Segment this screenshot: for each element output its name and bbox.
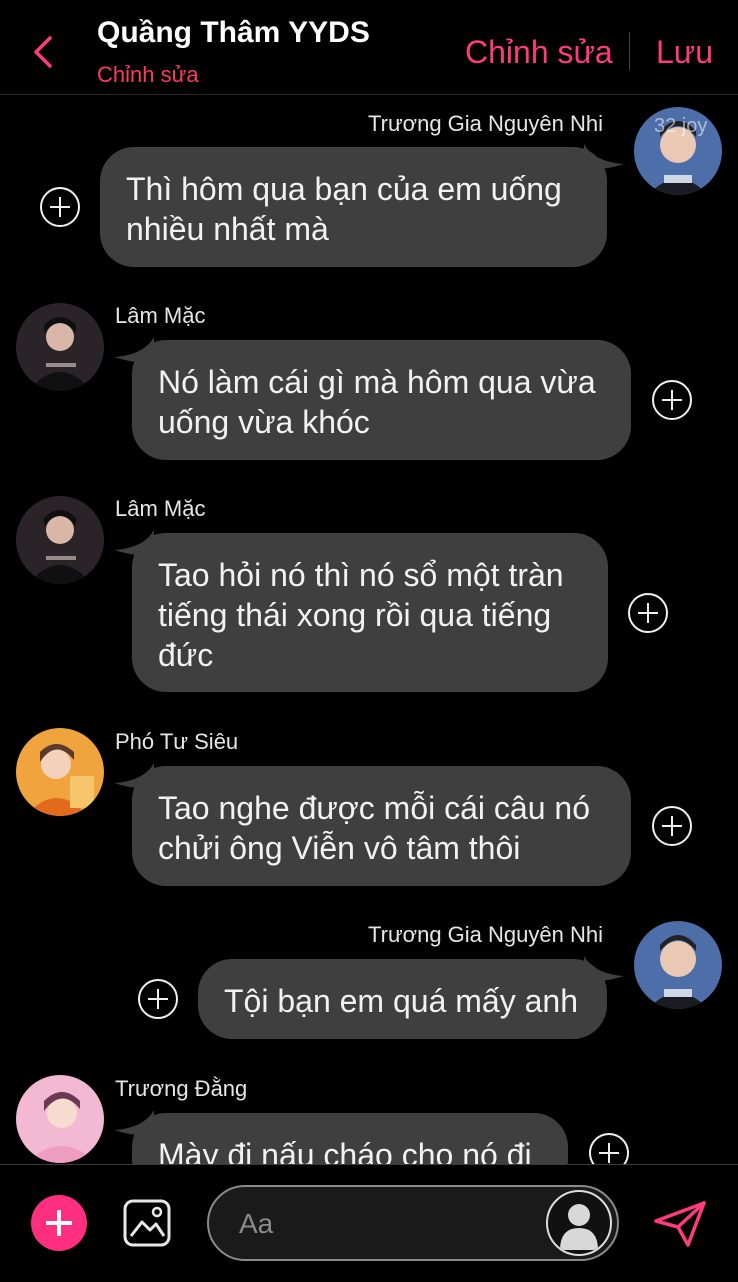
sender-name: Trương Gia Nguyên Nhi [368,111,603,136]
sender-name: Trương Gia Nguyên Nhi [368,922,603,947]
profile-button[interactable] [546,1190,612,1256]
message-line: nhiều nhất mà [126,211,329,247]
avatar[interactable]: 32 joy [634,107,722,195]
composer-bar [0,1164,738,1282]
send-icon[interactable] [652,1199,708,1249]
message-line: Tao nghe được mỗi cái câu nó [158,790,590,826]
chevron-left-icon[interactable] [30,34,58,70]
add-button[interactable] [31,1195,87,1251]
add-reaction-button[interactable] [628,593,668,633]
message-bubble[interactable]: Mày đi nấu cháo cho nó đi [132,1113,568,1164]
message-line: Tao hỏi nó thì nó sổ một tràn [158,557,564,593]
message-line: chửi ông Viễn vô tâm thôi [158,830,521,866]
chat-header: Quầng Thâm YYDS Chỉnh sửa Chỉnh sửa Lưu [0,0,738,95]
message-line: đức [158,637,214,673]
message-line: uống vừa khóc [158,404,370,440]
sender-name: Trương Đằng [115,1076,248,1101]
message-bubble[interactable]: Tao hỏi nó thì nó sổ một tràn tiếng thái… [132,533,608,692]
message-line: Nó làm cái gì mà hôm qua vừa [158,364,596,400]
header-divider [629,32,630,70]
message-bubble[interactable]: Nó làm cái gì mà hôm qua vừa uống vừa kh… [132,340,631,460]
message-line: tiếng thái xong rồi qua tiếng [158,597,552,633]
avatar[interactable] [16,496,104,584]
chat-title: Quầng Thâm YYDS [97,16,370,49]
message-list[interactable]: Trương Gia Nguyên Nhi 32 joy Thì hôm qua… [0,95,738,1164]
add-reaction-button[interactable] [589,1133,629,1164]
add-reaction-button[interactable] [652,380,692,420]
sender-name: Lâm Mặc [115,496,206,521]
avatar[interactable] [634,921,722,1009]
profile-silhouette-icon [560,1204,598,1250]
chat-subtitle[interactable]: Chỉnh sửa [97,62,199,88]
message-line: Tội bạn em quá mấy anh [224,983,578,1019]
image-icon[interactable] [122,1198,172,1248]
message-line: Thì hôm qua bạn của em uống [126,171,562,207]
save-button[interactable]: Lưu [656,34,713,71]
avatar[interactable] [16,1075,104,1163]
add-reaction-button[interactable] [138,979,178,1019]
sender-name: Phó Tư Siêu [115,729,239,754]
message-input-wrapper [207,1185,619,1261]
message-bubble[interactable]: Thì hôm qua bạn của em uống nhiều nhất m… [100,147,607,267]
avatar-watermark: 32 joy [654,115,708,137]
message-line: Mày đi nấu cháo cho nó đi [158,1137,532,1164]
message-input[interactable] [237,1201,541,1247]
avatar[interactable] [16,303,104,391]
add-reaction-button[interactable] [652,806,692,846]
edit-button[interactable]: Chỉnh sửa [465,34,613,71]
message-bubble[interactable]: Tao nghe được mỗi cái câu nó chửi ông Vi… [132,766,631,886]
avatar[interactable] [16,728,104,816]
sender-name: Lâm Mặc [115,303,206,328]
add-reaction-button[interactable] [40,187,80,227]
message-bubble[interactable]: Tội bạn em quá mấy anh [198,959,607,1039]
